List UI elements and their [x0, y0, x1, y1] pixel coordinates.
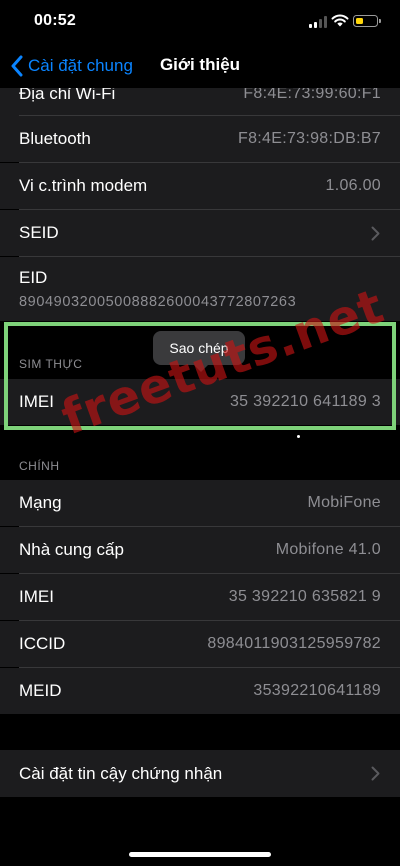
wifi-icon [331, 14, 349, 27]
list-item-carrier[interactable]: Nhà cung cấp Mobifone 41.0 [0, 527, 400, 573]
chevron-right-icon [371, 226, 380, 241]
home-indicator[interactable] [129, 852, 271, 857]
list-item-eid[interactable]: EID 89049032005008882600043772807263 [0, 257, 400, 321]
eid-value: 89049032005008882600043772807263 [19, 294, 297, 310]
copy-tooltip[interactable]: Sao chép [153, 331, 245, 372]
page-title: Giới thiệu [159, 55, 241, 74]
status-time: 00:52 [34, 12, 76, 29]
list-item-seid[interactable]: SEID [0, 210, 400, 256]
row-value: 8984011903125959782 [207, 635, 381, 652]
section-header-sim: SIM THỰC [19, 357, 83, 371]
row-label: SEID [19, 223, 59, 242]
list-item-certificate-trust[interactable]: Cài đặt tin cậy chứng nhận [0, 750, 400, 797]
list-item-network[interactable]: Mạng MobiFone [0, 480, 400, 526]
row-value: MobiFone [307, 494, 381, 511]
row-value: 35 392210 641189 3 [229, 393, 381, 410]
row-value: 35392210641189 [253, 682, 381, 699]
list-item-modem-firmware[interactable]: Vi c.trình modem 1.06.00 [0, 163, 400, 209]
nav-bar-overlap [0, 80, 400, 88]
scroll-dot [297, 435, 300, 438]
list-item-bluetooth[interactable]: Bluetooth F8:4E:73:98:DB:B7 [0, 116, 400, 162]
row-label: MEID [19, 681, 62, 700]
row-label: ICCID [19, 634, 66, 653]
row-value: 1.06.00 [325, 177, 381, 194]
battery-icon [353, 15, 381, 27]
row-label: EID [19, 268, 48, 287]
list-item-sim-imei[interactable]: IMEI 35 392210 641189 3 [0, 379, 400, 425]
row-label: IMEI [19, 392, 54, 411]
cellular-signal-icon [309, 16, 327, 28]
chevron-right-icon [371, 766, 380, 781]
row-label: Nhà cung cấp [19, 540, 124, 559]
row-value: Mobifone 41.0 [275, 541, 381, 558]
row-label: Vi c.trình modem [19, 176, 148, 195]
row-label: Cài đặt tin cậy chứng nhận [19, 764, 223, 783]
copy-tooltip-label: Sao chép [169, 340, 229, 356]
row-value: 35 392210 635821 9 [228, 588, 381, 605]
row-value: F8:4E:73:98:DB:B7 [238, 130, 381, 147]
status-bar: 00:52 [0, 0, 400, 44]
section-header-main: CHÍNH [19, 459, 60, 473]
list-item-iccid[interactable]: ICCID 8984011903125959782 [0, 621, 400, 667]
row-label: Mạng [19, 493, 62, 512]
list-item-imei[interactable]: IMEI 35 392210 635821 9 [0, 574, 400, 620]
list-item-meid[interactable]: MEID 35392210641189 [0, 668, 400, 714]
row-label: Bluetooth [19, 129, 91, 148]
row-label: IMEI [19, 587, 54, 606]
